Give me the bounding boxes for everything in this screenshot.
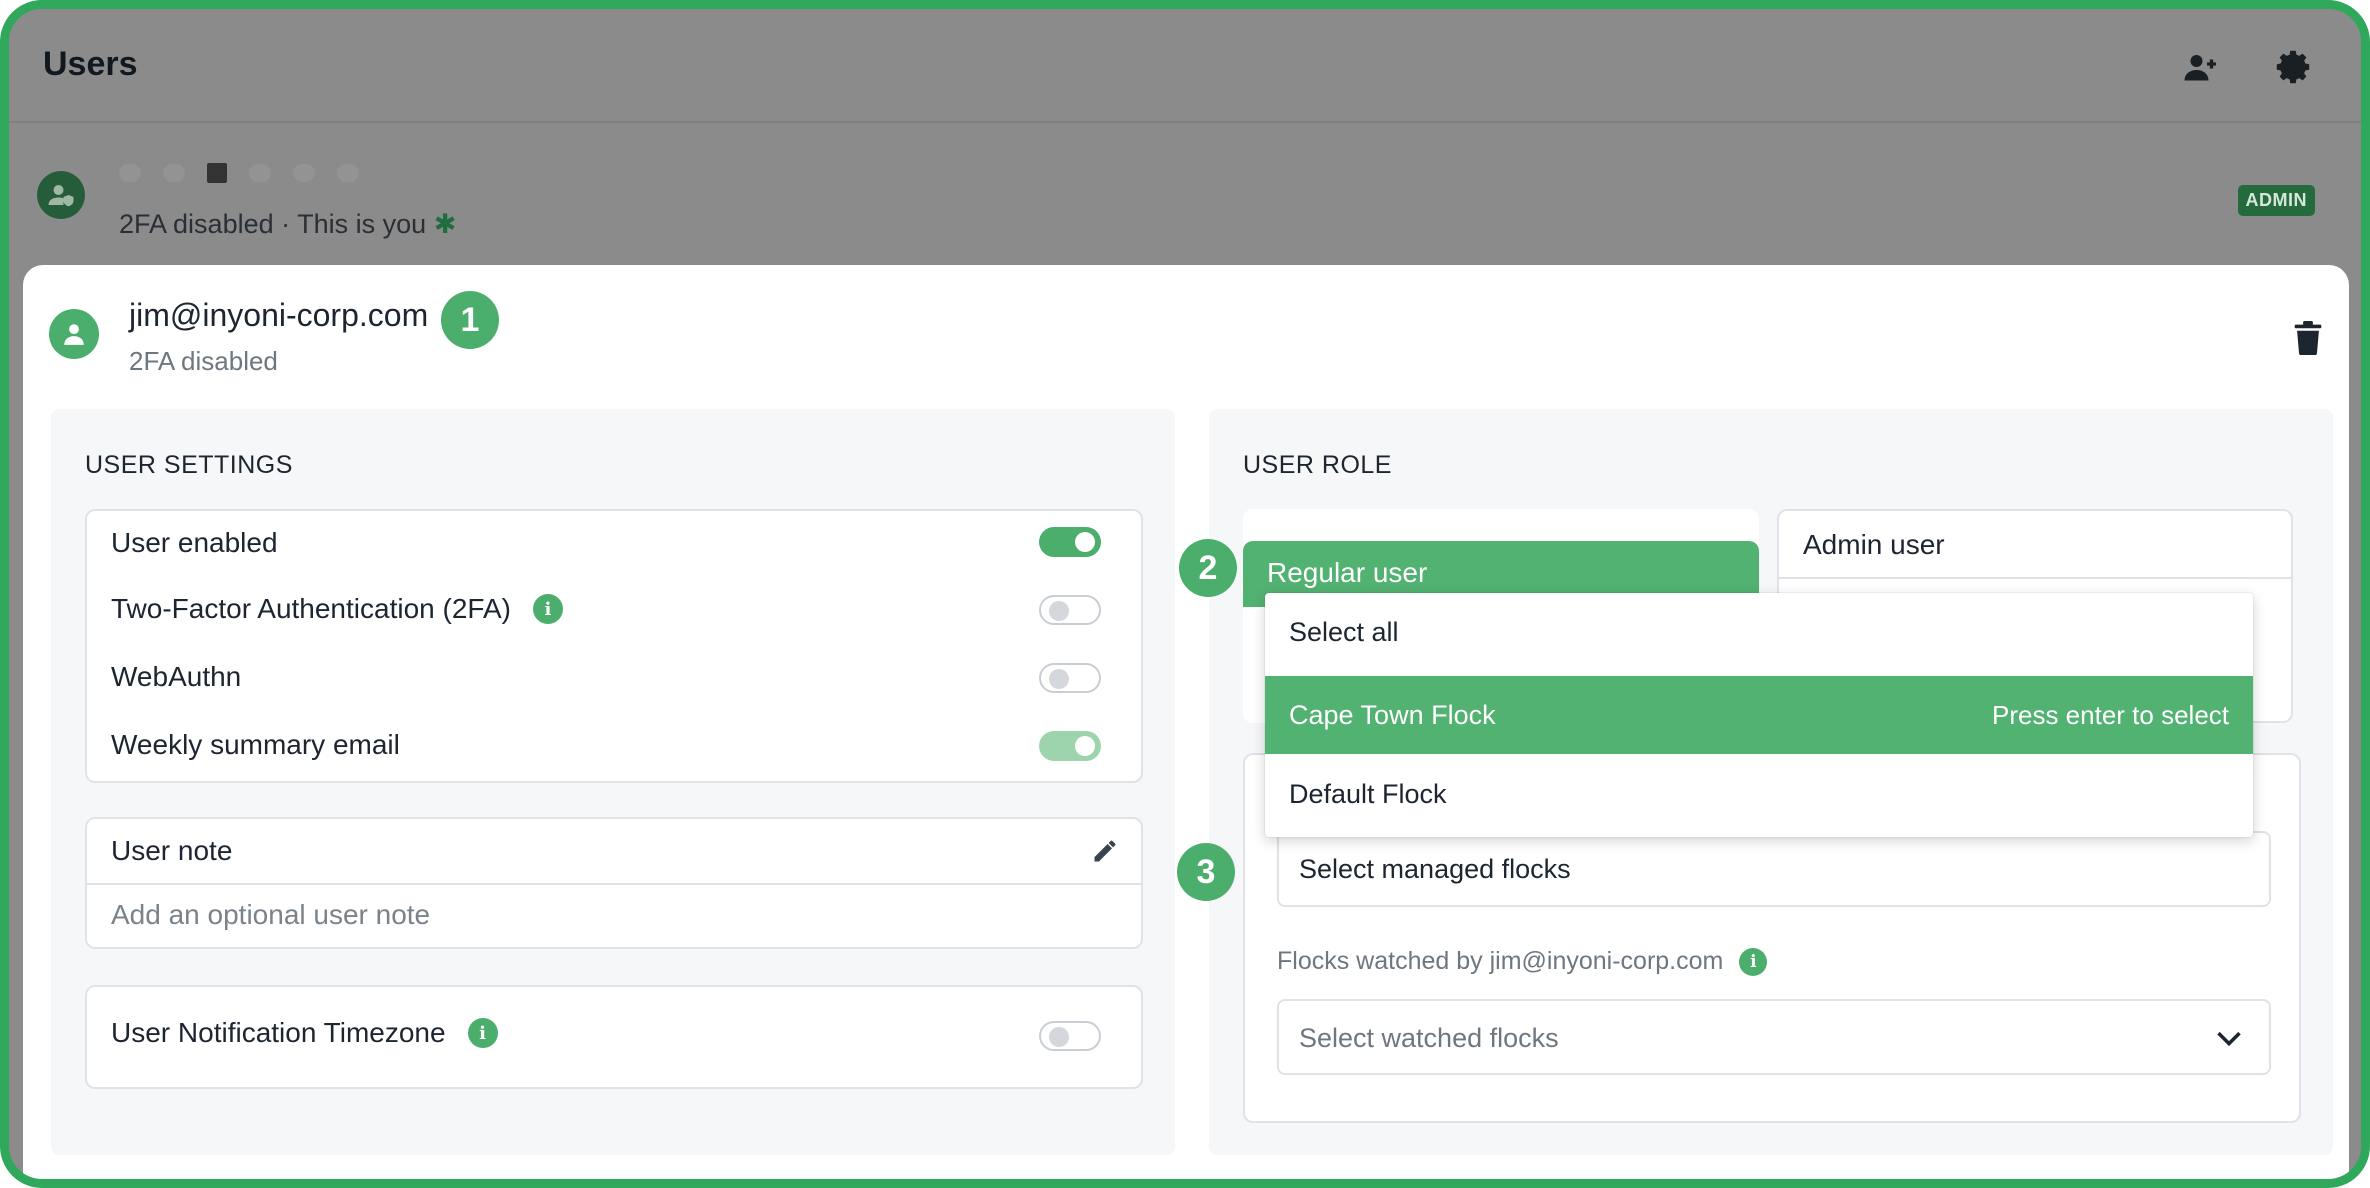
current-user-status: 2FA disabled · This is you ✱ (119, 209, 457, 239)
user-note-input[interactable] (111, 899, 1091, 931)
info-icon[interactable]: i (1739, 947, 1768, 976)
settings-toggles-box: User enabled Two-Factor Authentication (… (85, 509, 1143, 783)
pencil-icon[interactable] (1091, 837, 1119, 865)
user-settings-heading: USER SETTINGS (85, 451, 293, 479)
user-2fa-status: 2FA disabled (129, 346, 278, 376)
page-title: Users (43, 45, 138, 83)
timezone-box: User Notification Timezone i (85, 985, 1143, 1089)
2fa-toggle[interactable] (1039, 595, 1101, 625)
managed-flocks-input[interactable] (1277, 831, 2271, 907)
setting-timezone: User Notification Timezone i (111, 1017, 498, 1049)
webauthn-toggle[interactable] (1039, 663, 1101, 693)
role-divider (1779, 577, 2291, 579)
info-icon[interactable]: i (467, 1018, 498, 1048)
weekly-summary-toggle[interactable] (1039, 731, 1101, 761)
trash-icon[interactable] (2293, 321, 2323, 355)
user-role-heading: USER ROLE (1243, 451, 1392, 479)
step-badge-2: 2 (1179, 539, 1237, 597)
user-avatar (49, 309, 99, 359)
step-badge-1: 1 (441, 291, 499, 349)
header-bar: Users (9, 9, 2361, 123)
note-divider (87, 883, 1141, 885)
press-enter-hint: Press enter to select (1992, 700, 2229, 730)
current-user-row[interactable]: 2FA disabled · This is you ✱ ADMIN (9, 127, 2361, 267)
gear-icon[interactable] (2275, 49, 2311, 85)
setting-user-enabled: User enabled (111, 527, 278, 558)
dropdown-option-default[interactable]: Default Flock (1265, 755, 2253, 833)
user-shield-icon (48, 185, 74, 207)
user-email: jim@inyoni-corp.com (129, 297, 429, 333)
chevron-down-icon (2217, 1031, 2241, 1047)
setting-2fa: Two-Factor Authentication (2FA) i (111, 593, 563, 625)
user-enabled-toggle[interactable] (1039, 527, 1101, 557)
dropdown-option-cape-town[interactable]: Cape Town Flock Press enter to select (1265, 676, 2253, 754)
admin-badge: ADMIN (2237, 185, 2315, 216)
role-admin-label: Admin user (1803, 529, 1945, 560)
setting-weekly-summary: Weekly summary email (111, 729, 400, 760)
user-icon (64, 324, 84, 345)
add-user-icon[interactable] (2183, 49, 2219, 85)
watched-flocks-select[interactable]: Select watched flocks (1277, 999, 2271, 1075)
user-note-label: User note (111, 835, 233, 866)
flock-options-dropdown: Select all Cape Town Flock Press enter t… (1265, 593, 2253, 837)
setting-webauthn: WebAuthn (111, 661, 242, 692)
redacted-name (119, 163, 359, 183)
admin-avatar (37, 171, 85, 219)
info-icon[interactable]: i (532, 594, 563, 624)
step-badge-3: 3 (1177, 843, 1235, 901)
timezone-toggle[interactable] (1039, 1021, 1101, 1051)
watched-flocks-label: Flocks watched by jim@inyoni-corp.com i (1277, 947, 1768, 976)
user-note-box: User note (85, 817, 1143, 949)
user-settings-panel: USER SETTINGS User enabled Two-Factor Au… (51, 409, 1175, 1155)
you-star-icon: ✱ (433, 209, 457, 239)
dropdown-option-select-all[interactable]: Select all (1265, 593, 2253, 671)
app-frame: Users 2FA disabled · This is you ✱ ADMIN (0, 0, 2370, 1188)
